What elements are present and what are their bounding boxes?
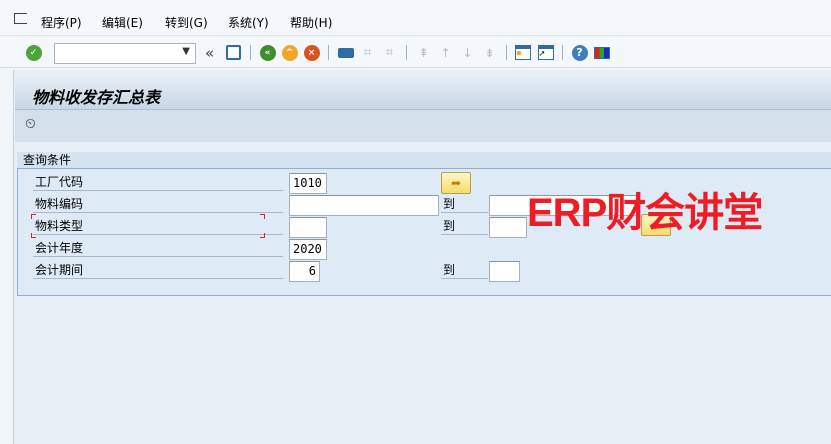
fiscal-period-from-input[interactable]: 6 — [289, 261, 320, 282]
find-next-button[interactable]: ⌗ — [380, 43, 399, 62]
prev-page-icon: ↑ — [440, 45, 451, 60]
menu-toggle-icon[interactable] — [14, 13, 27, 24]
exit-button[interactable]: ^ — [280, 43, 299, 62]
help-button[interactable]: ? — [570, 43, 589, 62]
print-button[interactable] — [336, 43, 355, 62]
check-icon: ✓ — [25, 44, 42, 61]
separator — [406, 45, 407, 60]
clock-check-icon: ⏲ — [25, 116, 36, 132]
to-label: 到 — [441, 216, 488, 235]
cancel-icon: × — [303, 44, 320, 61]
plant-label: 工厂代码 — [33, 172, 283, 191]
menu-edit[interactable]: 编辑(E) — [102, 14, 143, 31]
fiscal-period-label: 会计期间 — [33, 260, 283, 279]
menu-system[interactable]: 系统(Y) — [228, 14, 269, 31]
first-page-icon: ⇞ — [418, 45, 429, 60]
help-icon: ? — [571, 44, 588, 61]
multi-select-arrow-icon: ➦ — [450, 176, 462, 190]
fiscal-year-label: 会计年度 — [33, 238, 283, 257]
monitor-icon — [593, 46, 610, 59]
separator — [562, 45, 563, 60]
save-button[interactable] — [224, 43, 243, 62]
print-icon — [337, 47, 354, 58]
menu-help[interactable]: 帮助(H) — [290, 14, 332, 31]
enter-button[interactable]: ✓ — [24, 43, 43, 62]
layout-button[interactable] — [592, 43, 611, 62]
to-label: 到 — [441, 194, 488, 213]
separator — [328, 45, 329, 60]
material-from-input[interactable] — [289, 195, 439, 216]
application-toolbar — [15, 110, 831, 142]
menu-goto[interactable]: 转到(G) — [165, 14, 208, 31]
material-label: 物料编码 — [33, 194, 283, 213]
shortcut-button[interactable]: ↗ — [536, 43, 555, 62]
watermark: ERP财会讲堂 — [527, 191, 763, 235]
page-title: 物料收发存汇总表 — [32, 88, 161, 107]
back-button[interactable]: « — [258, 43, 277, 62]
back-icon: « — [259, 44, 276, 61]
save-icon — [226, 45, 241, 60]
fiscal-year-input[interactable]: 2020 — [289, 239, 327, 260]
chevron-down-icon[interactable]: ▼ — [182, 46, 190, 57]
collapse-button[interactable]: « — [205, 44, 214, 62]
menu-program[interactable]: 程序(P) — [41, 14, 82, 31]
focus-frame — [31, 213, 266, 239]
fiscal-period-to-input[interactable] — [489, 261, 520, 282]
shortcut-icon: ↗ — [537, 45, 554, 60]
find-button[interactable]: ⌗ — [358, 43, 377, 62]
next-page-icon: ↓ — [462, 45, 473, 60]
next-page-button[interactable]: ↓ — [458, 43, 477, 62]
material-type-to-input[interactable] — [489, 217, 527, 238]
last-page-icon: ⇟ — [484, 45, 495, 60]
prev-page-button[interactable]: ↑ — [436, 43, 455, 62]
execute-button[interactable]: ⏲ — [25, 116, 36, 132]
binoculars-icon: ⌗ — [363, 45, 372, 60]
separator — [250, 45, 251, 60]
command-field[interactable]: ▼ — [54, 43, 196, 64]
group-title: 查询条件 — [17, 152, 831, 169]
material-type-from-input[interactable] — [289, 217, 327, 238]
separator — [506, 45, 507, 60]
to-label: 到 — [441, 260, 488, 279]
multiple-selection-button[interactable]: ➦ — [441, 172, 471, 194]
cancel-button[interactable]: × — [302, 43, 321, 62]
last-page-button[interactable]: ⇟ — [480, 43, 499, 62]
binoculars-plus-icon: ⌗ — [385, 45, 394, 60]
new-window-icon: ✹ — [514, 45, 531, 60]
new-session-button[interactable]: ✹ — [513, 43, 532, 62]
up-icon: ^ — [281, 44, 298, 61]
first-page-button[interactable]: ⇞ — [414, 43, 433, 62]
plant-input[interactable]: 1010 — [289, 173, 327, 194]
